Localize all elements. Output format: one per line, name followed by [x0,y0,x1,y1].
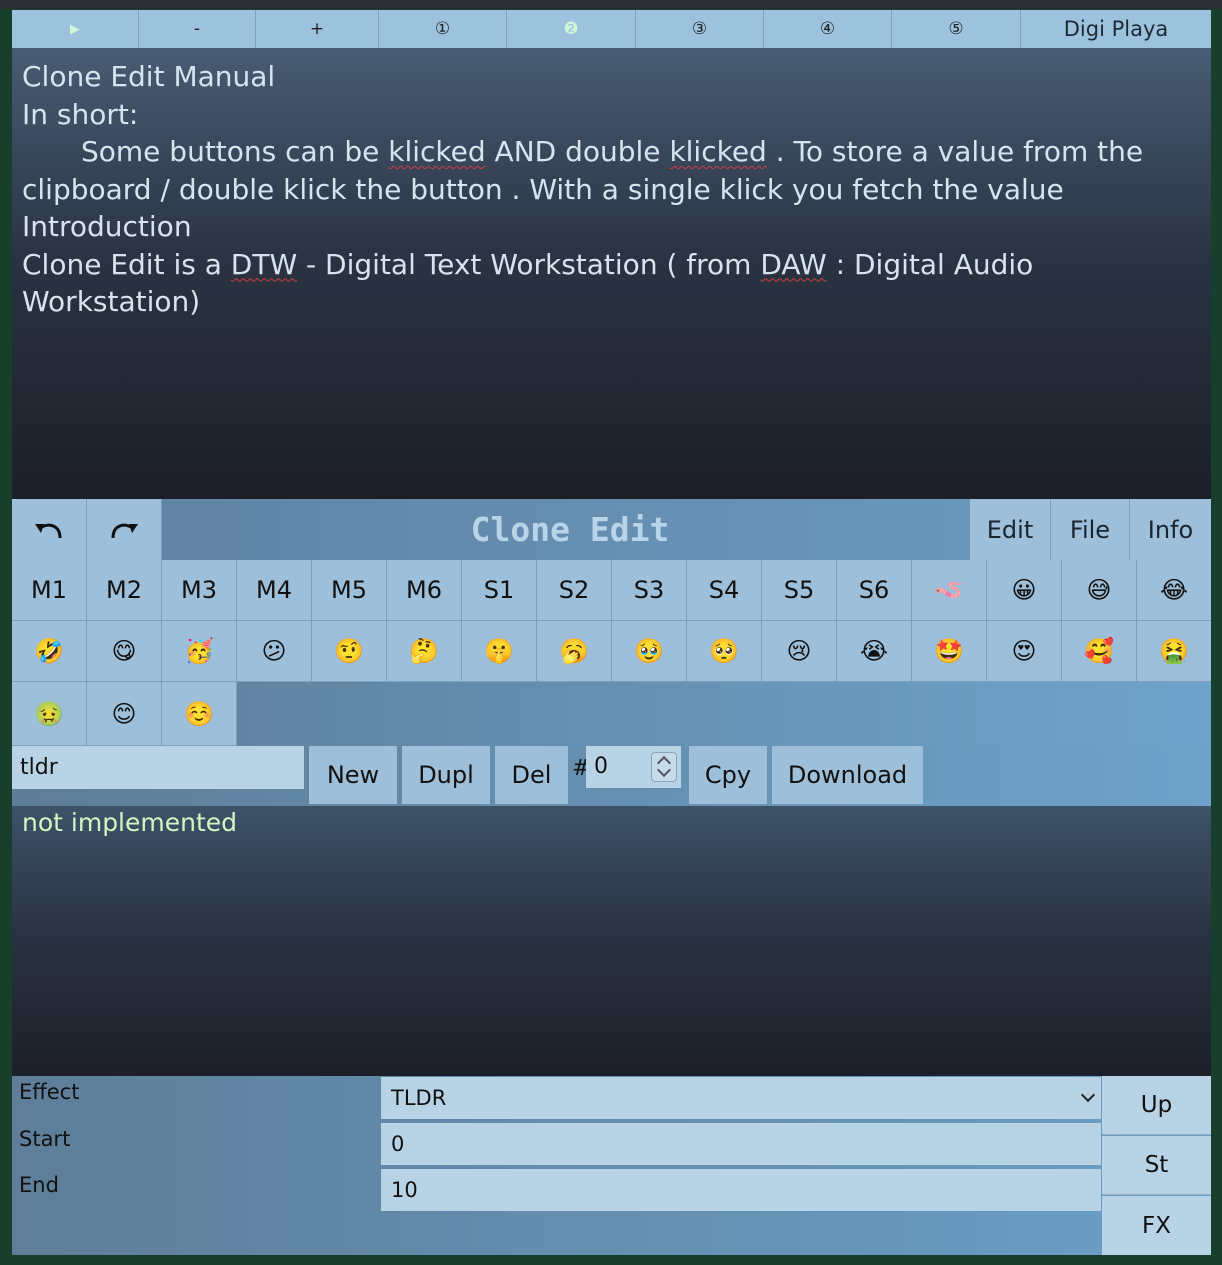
start-label: Start [19,1127,71,1151]
emoji-button-yawn[interactable]: 🥱 [537,621,612,682]
redo-button[interactable] [87,499,162,560]
memory-button-m1[interactable]: M1 [12,560,87,621]
manual-intro-heading: Introduction [22,210,192,243]
end-field[interactable]: 10 [381,1169,1101,1211]
app-frame: ▶ - + ① ❷ ③ ④ ⑤ Digi Playa Clone Edit Ma… [12,9,1211,1255]
end-field-value: 10 [391,1178,418,1202]
name-input[interactable] [12,746,304,789]
undo-icon [35,523,62,538]
snippet-button-s3[interactable]: S3 [612,560,687,621]
controls-row: New Dupl Del # 0 Cpy Download [12,746,1211,806]
emoji-button-rofl[interactable]: 🤣 [12,621,87,682]
emoji-button-blush[interactable]: 😊 [87,682,162,746]
emoji-button-grin[interactable]: 😀 [987,560,1062,621]
snippet-button-s4[interactable]: S4 [687,560,762,621]
snippet-button-s5[interactable]: S5 [762,560,837,621]
emoji-button-shush[interactable]: 🤫 [462,621,537,682]
st-button[interactable]: St [1102,1136,1211,1195]
play-button[interactable]: ▶ [12,10,139,48]
menu-file[interactable]: File [1051,499,1130,560]
start-field[interactable]: 0 [381,1123,1101,1165]
effect-form: Effect Start End TLDR 0 10 Up St FX [12,1076,1211,1255]
copy-button[interactable]: Cpy [689,746,767,804]
plus-button[interactable]: + [256,10,379,48]
emoji-button-raised-eyebrow[interactable]: 🤨 [312,621,387,682]
app-header: Clone Edit Edit File Info [12,499,1211,560]
top-bar: ▶ - + ① ❷ ③ ④ ⑤ Digi Playa [12,10,1211,48]
spinner-icon[interactable] [651,752,677,782]
emoji-button-sob[interactable]: 😭 [837,621,912,682]
emoji-button-worm[interactable]: 🪱 [912,560,987,621]
menu-info[interactable]: Info [1130,499,1211,560]
number-stepper[interactable]: 0 [586,746,681,788]
emoji-button-confused[interactable]: 😕 [237,621,312,682]
manual-paragraph-2: Clone Edit is a DTW - Digital Text Works… [22,247,1034,319]
slot-5-button[interactable]: ⑤ [892,10,1021,48]
snippet-button-s6[interactable]: S6 [837,560,912,621]
start-field-value: 0 [391,1132,405,1156]
slot-3-button[interactable]: ③ [636,10,764,48]
memory-button-m2[interactable]: M2 [87,560,162,621]
snippet-button-s2[interactable]: S2 [537,560,612,621]
manual-text-area[interactable]: Clone Edit Manual In short: Some buttons… [12,48,1211,499]
chevron-down-icon [1080,1087,1096,1103]
emoji-button-joy[interactable]: 😂 [1137,560,1211,621]
emoji-button-star-struck[interactable]: 🤩 [912,621,987,682]
fx-button[interactable]: FX [1102,1196,1211,1255]
end-label: End [19,1173,59,1197]
up-button[interactable]: Up [1102,1076,1211,1135]
emoji-button-relaxed[interactable]: ☺️ [162,682,237,746]
emoji-button-nauseated[interactable]: 🤢 [12,682,87,746]
manual-title: Clone Edit Manual [22,60,276,93]
emoji-button-thinking[interactable]: 🤔 [387,621,462,682]
memory-button-m3[interactable]: M3 [162,560,237,621]
app-title: Clone Edit [470,510,670,549]
menu-edit[interactable]: Edit [970,499,1051,560]
emoji-button-vomit[interactable]: 🤮 [1137,621,1211,682]
duplicate-button[interactable]: Dupl [402,746,490,804]
emoji-button-party[interactable]: 🥳 [162,621,237,682]
output-text: not implemented [22,808,238,837]
memory-button-m6[interactable]: M6 [387,560,462,621]
window-top-edge [0,0,1222,9]
emoji-button-pleading[interactable]: 🥺 [687,621,762,682]
minus-button[interactable]: - [139,10,256,48]
emoji-button-yum[interactable]: 😋 [87,621,162,682]
slot-2-button[interactable]: ❷ [507,10,636,48]
manual-in-short: In short: [22,97,139,131]
snippet-button-s1[interactable]: S1 [462,560,537,621]
app-name-button[interactable]: Digi Playa [1021,10,1211,48]
delete-button[interactable]: Del [495,746,568,804]
number-value: 0 [594,754,608,779]
manual-paragraph-1: Some buttons can be klicked AND double k… [22,135,1144,206]
new-button[interactable]: New [309,746,397,804]
effect-select-value: TLDR [391,1086,447,1110]
download-button[interactable]: Download [772,746,923,804]
button-grid: M1 M2 M3 M4 M5 M6 S1 S2 S3 S4 S5 S6 🪱 😀 … [12,560,1211,746]
emoji-button-hearts[interactable]: 🥰 [1062,621,1137,682]
emoji-button-cry[interactable]: 😢 [762,621,837,682]
output-text-area[interactable]: not implemented [12,806,1211,1076]
undo-button[interactable] [12,499,87,560]
memory-button-m5[interactable]: M5 [312,560,387,621]
emoji-button-holding-tears[interactable]: 🥹 [612,621,687,682]
emoji-button-sweat-smile[interactable]: 😅 [1062,560,1137,621]
slot-1-button[interactable]: ① [379,10,507,48]
slot-4-button[interactable]: ④ [764,10,892,48]
effect-select[interactable]: TLDR [381,1077,1101,1119]
memory-button-m4[interactable]: M4 [237,560,312,621]
emoji-button-heart-eyes[interactable]: 😍 [987,621,1062,682]
effect-label: Effect [19,1080,80,1104]
redo-icon [111,523,138,538]
